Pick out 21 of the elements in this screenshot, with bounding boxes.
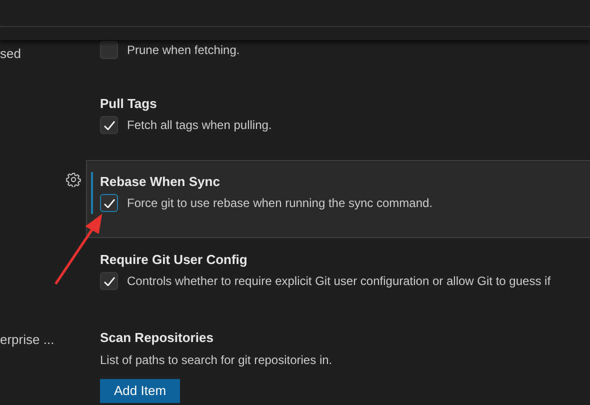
setting-description: Controls whether to require explicit Git user configuration or allow Git to guess if	[127, 273, 551, 290]
focus-indicator	[91, 172, 93, 214]
setting-title: Rebase When Sync	[100, 173, 221, 191]
checkbox[interactable]	[100, 272, 118, 290]
toc-item[interactable]: sed	[0, 45, 60, 63]
setting-description: Force git to use rebase when running the sync command.	[127, 195, 432, 212]
setting-title: Scan Repositories	[100, 329, 214, 347]
setting-description: List of paths to search for git repositories in.	[100, 352, 334, 369]
checkbox[interactable]	[100, 194, 118, 212]
setting-title: Pull Tags	[100, 95, 158, 113]
setting-title: Require Git User Config	[100, 251, 248, 269]
settings-icon[interactable]	[66, 172, 81, 187]
setting-description: Prune when fetching.	[127, 42, 240, 59]
checkbox[interactable]	[100, 41, 118, 59]
setting-description: Fetch all tags when pulling.	[127, 117, 272, 134]
toc-item[interactable]: erprise ...	[0, 331, 60, 349]
check-icon	[104, 120, 114, 130]
check-icon	[104, 198, 114, 208]
checkbox[interactable]	[100, 116, 118, 134]
add-item-button[interactable]: Add Item	[100, 379, 180, 403]
check-icon	[104, 276, 114, 286]
